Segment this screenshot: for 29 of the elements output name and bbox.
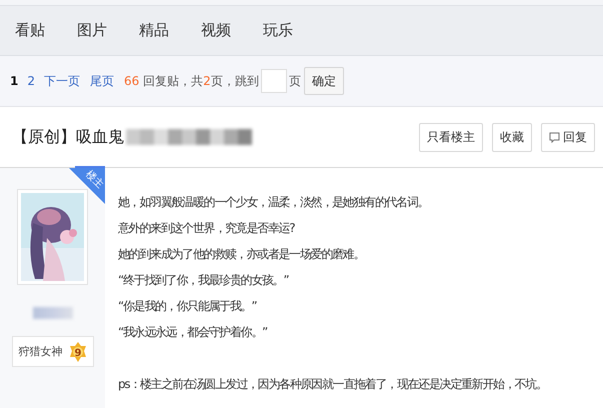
post-text: “你是我的，你只能属于我。” — [118, 298, 258, 315]
post-note: ps：楼主之前在汤圆上发过，因为各种原因就一直拖着了，现在还是决定重新开始，不坑。 — [118, 376, 548, 393]
thread-title: 【原创】吸血鬼 — [12, 126, 124, 148]
nav-tab[interactable]: 视频 — [201, 21, 263, 40]
nav-tab[interactable]: 看贴 — [15, 21, 77, 40]
post-text: 她，如羽翼般温暖的一个少女，温柔，淡然，是她独有的代名词。 — [118, 194, 430, 211]
page-input[interactable] — [260, 69, 287, 93]
page-link[interactable]: 下一页 — [44, 72, 80, 90]
current-page: 1 — [10, 74, 18, 88]
confirm-button[interactable]: 确定 — [304, 67, 344, 95]
pixelated-mark — [32, 307, 72, 319]
reply-button[interactable]: 回复 — [541, 122, 595, 152]
level-badge: 9 — [68, 342, 86, 362]
page-link[interactable]: 2 — [27, 74, 35, 88]
comment-icon — [549, 132, 560, 142]
post-text: 她的到来成为了他的救赎，亦或者是一场爱的磨难。 — [118, 246, 366, 263]
page-link[interactable]: 尾页 — [90, 72, 114, 90]
honor-title: 狩猎女神 — [18, 344, 62, 359]
reply-summary: 66 回复贴，共2页，跳到 — [124, 72, 259, 90]
nav-tab[interactable]: 玩乐 — [263, 21, 325, 40]
nav-tab[interactable]: 精品 — [139, 21, 201, 40]
action-button[interactable]: 收藏 — [492, 122, 532, 152]
action-button[interactable]: 只看楼主 — [419, 122, 483, 152]
author-label: 楼主 — [82, 168, 106, 193]
post-text: “我永远永远，都会守护着你。” — [118, 324, 268, 341]
post-text: “终于找到了你，我最珍贵的女孩。” — [118, 272, 290, 289]
nav-tab[interactable]: 图片 — [77, 21, 139, 40]
page-unit: 页 — [288, 72, 301, 90]
post-text: 意外的来到这个世界，究竟是否幸运? — [118, 220, 296, 237]
